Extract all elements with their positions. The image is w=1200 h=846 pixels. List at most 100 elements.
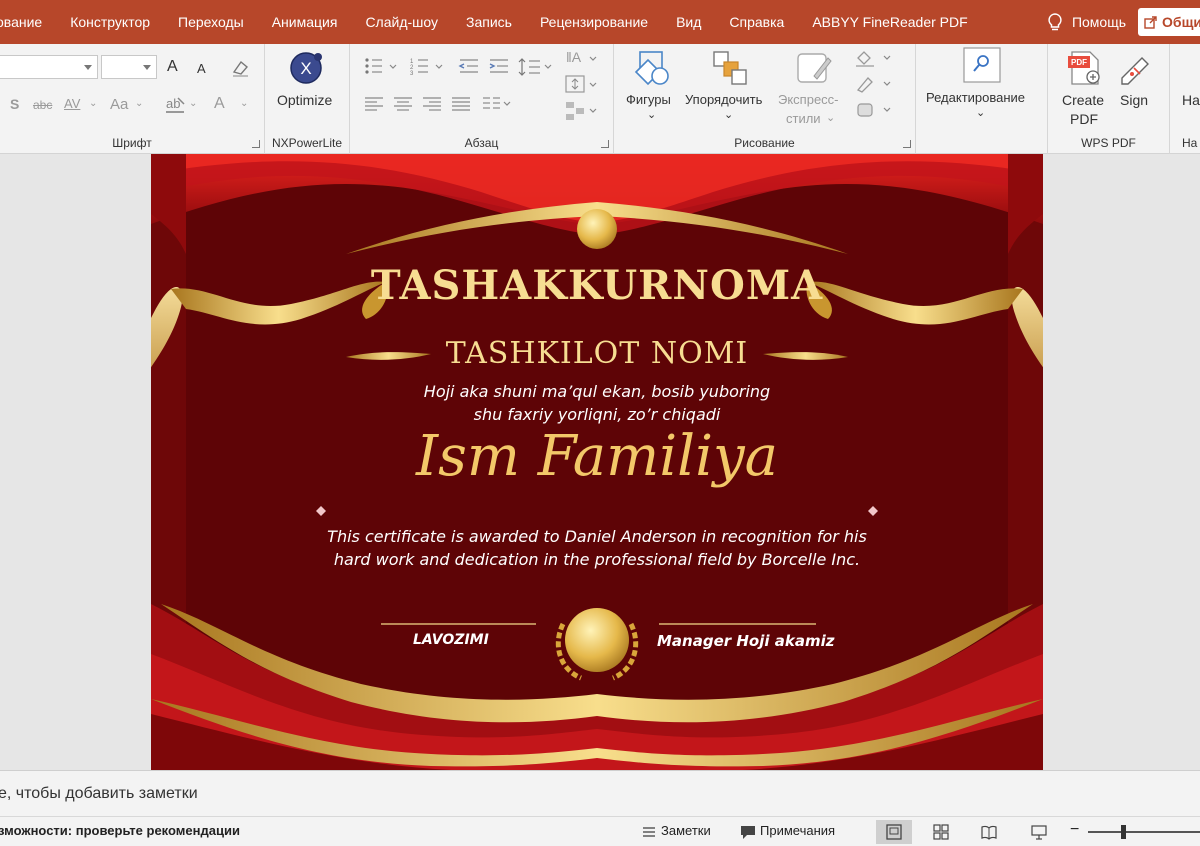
decrease-indent-icon[interactable] bbox=[458, 56, 480, 78]
character-spacing-button[interactable]: AV bbox=[64, 96, 80, 111]
certificate-recipient-name[interactable]: Ism Familiya bbox=[151, 424, 1043, 489]
font-dialog-launcher[interactable] bbox=[252, 140, 260, 148]
font-color-button[interactable]: A bbox=[214, 95, 225, 113]
slideshow-button[interactable] bbox=[1021, 820, 1057, 844]
create-pdf-line1[interactable]: Create bbox=[1062, 92, 1104, 108]
ribbon: A A S abc AV ⌄ Aa ⌄ ab ⌄ A ⌄ Шрифт X Opt… bbox=[0, 44, 1200, 154]
zoom-slider-track[interactable] bbox=[1088, 831, 1200, 833]
align-text-icon[interactable] bbox=[564, 74, 600, 96]
tab-transitions[interactable]: Переходы bbox=[164, 0, 258, 44]
highlight-icon[interactable]: ab bbox=[164, 94, 186, 114]
font-size-combo[interactable] bbox=[101, 55, 157, 79]
bullets-icon[interactable] bbox=[364, 56, 400, 78]
font-size-down-button[interactable]: A bbox=[197, 61, 206, 76]
editing-button[interactable]: Редактирование bbox=[926, 90, 1025, 105]
accessibility-status[interactable]: зможности: проверьте рекомендации bbox=[0, 823, 240, 838]
certificate-title[interactable]: TASHAKKURNOMA bbox=[151, 262, 1043, 309]
comments-icon[interactable] bbox=[740, 824, 756, 840]
chevron-down-icon[interactable]: ⌄ bbox=[724, 108, 733, 121]
certificate-body-line2[interactable]: hard work and dedication in the professi… bbox=[151, 550, 1043, 569]
paragraph-dialog-launcher[interactable] bbox=[601, 140, 609, 148]
tab-constructor[interactable]: Конструктор bbox=[56, 0, 164, 44]
tab-design[interactable]: ование bbox=[0, 0, 56, 44]
notes-icon[interactable] bbox=[642, 825, 656, 839]
justify-icon[interactable] bbox=[451, 96, 471, 112]
increase-indent-icon[interactable] bbox=[488, 56, 510, 78]
signature-left-title[interactable]: LAVOZIMI bbox=[413, 632, 489, 648]
align-right-icon[interactable] bbox=[422, 96, 442, 112]
strikethrough-button[interactable]: abc bbox=[33, 98, 52, 112]
shapes-icon[interactable] bbox=[632, 48, 672, 88]
font-size-up-button[interactable]: A bbox=[167, 58, 178, 76]
certificate-intro-line2[interactable]: shu faxriy yorliqni, zo’r chiqadi bbox=[151, 405, 1043, 424]
tab-abbyy[interactable]: ABBYY FineReader PDF bbox=[798, 0, 981, 44]
slide-sorter-button[interactable] bbox=[923, 820, 959, 844]
tab-record[interactable]: Запись bbox=[452, 0, 526, 44]
shape-fill-icon[interactable] bbox=[854, 48, 894, 68]
signature-right-title[interactable]: Manager Hoji akamiz bbox=[657, 632, 834, 650]
notes-pane[interactable]: е, чтобы добавить заметки bbox=[0, 770, 1200, 816]
chevron-down-icon[interactable]: ⌄ bbox=[240, 98, 248, 109]
notes-toggle-button[interactable]: Заметки bbox=[661, 823, 711, 838]
wps-group-label: WPS PDF bbox=[1081, 136, 1136, 150]
quick-styles-icon[interactable] bbox=[794, 48, 834, 88]
tab-review[interactable]: Рецензирование bbox=[526, 0, 662, 44]
shapes-button[interactable]: Фигуры bbox=[626, 92, 671, 107]
find-icon[interactable] bbox=[962, 46, 1002, 84]
share-button[interactable]: Общи bbox=[1138, 8, 1200, 36]
zoom-out-button[interactable]: − bbox=[1070, 821, 1079, 839]
sign-icon[interactable] bbox=[1114, 48, 1154, 88]
quick-styles-button-line2[interactable]: стили bbox=[786, 111, 821, 126]
align-center-icon[interactable] bbox=[393, 96, 413, 112]
quick-styles-button-line1[interactable]: Экспресс- bbox=[778, 92, 839, 107]
numbering-icon[interactable]: 1 2 3 bbox=[410, 56, 446, 78]
normal-view-button[interactable] bbox=[876, 820, 912, 844]
tab-help[interactable]: Справка bbox=[715, 0, 798, 44]
drawing-dialog-launcher[interactable] bbox=[903, 140, 911, 148]
optimize-button[interactable]: Optimize bbox=[277, 92, 332, 108]
comments-toggle-button[interactable]: Примечания bbox=[760, 823, 835, 838]
reading-view-button[interactable] bbox=[971, 820, 1007, 844]
certificate-body-line1[interactable]: This certificate is awarded to Daniel An… bbox=[151, 527, 1043, 546]
font-name-combo[interactable] bbox=[0, 55, 98, 79]
smartart-icon[interactable] bbox=[564, 100, 600, 122]
tab-slideshow[interactable]: Слайд-шоу bbox=[351, 0, 452, 44]
columns-icon[interactable] bbox=[482, 96, 512, 112]
help-search[interactable]: Помощь bbox=[1072, 14, 1126, 30]
shape-effects-icon[interactable] bbox=[854, 100, 894, 120]
lightbulb-icon[interactable] bbox=[1044, 11, 1066, 33]
notes-placeholder[interactable]: е, чтобы добавить заметки bbox=[0, 785, 198, 803]
nxpowerlite-icon[interactable]: X bbox=[287, 50, 325, 86]
slide-editor[interactable]: TASHAKKURNOMA TASHKILOT NOMI Hoji aka sh… bbox=[0, 154, 1200, 770]
slide-certificate[interactable]: TASHAKKURNOMA TASHKILOT NOMI Hoji aka sh… bbox=[151, 154, 1043, 770]
pdf-badge: PDF bbox=[1071, 58, 1087, 67]
shadow-button[interactable]: S bbox=[10, 96, 19, 112]
editing-group: Редактирование ⌄ bbox=[916, 44, 1048, 154]
change-case-button[interactable]: Aa bbox=[110, 96, 128, 113]
align-left-icon[interactable] bbox=[364, 96, 384, 112]
sign-button[interactable]: Sign bbox=[1120, 92, 1148, 108]
zoom-slider-thumb[interactable] bbox=[1121, 825, 1126, 839]
tab-animation[interactable]: Анимация bbox=[258, 0, 352, 44]
tab-view[interactable]: Вид bbox=[662, 0, 715, 44]
slideshow-icon bbox=[1031, 825, 1047, 840]
shape-outline-icon[interactable] bbox=[854, 74, 894, 94]
chevron-down-icon[interactable]: ⌄ bbox=[826, 111, 835, 124]
create-pdf-line2[interactable]: PDF bbox=[1070, 111, 1098, 127]
chevron-down-icon[interactable]: ⌄ bbox=[976, 106, 985, 119]
chevron-down-icon[interactable]: ⌄ bbox=[647, 108, 656, 121]
share-icon bbox=[1144, 16, 1157, 29]
create-pdf-icon[interactable]: PDF bbox=[1066, 48, 1104, 88]
arrange-button[interactable]: Упорядочить bbox=[685, 92, 762, 107]
chevron-down-icon[interactable]: ⌄ bbox=[89, 98, 97, 109]
line-spacing-icon[interactable] bbox=[518, 56, 554, 78]
status-bar: зможности: проверьте рекомендации Заметк… bbox=[0, 816, 1200, 846]
partial-group-button[interactable]: На bbox=[1182, 92, 1200, 108]
chevron-down-icon[interactable]: ⌄ bbox=[189, 98, 197, 109]
arrange-icon[interactable] bbox=[710, 48, 750, 88]
certificate-org-name[interactable]: TASHKILOT NOMI bbox=[151, 336, 1043, 371]
text-direction-icon[interactable]: ‖A bbox=[564, 46, 600, 74]
chevron-down-icon[interactable]: ⌄ bbox=[135, 98, 143, 109]
certificate-intro-line1[interactable]: Hoji aka shuni ma’qul ekan, bosib yubori… bbox=[151, 382, 1043, 401]
clear-formatting-icon[interactable] bbox=[230, 58, 252, 78]
